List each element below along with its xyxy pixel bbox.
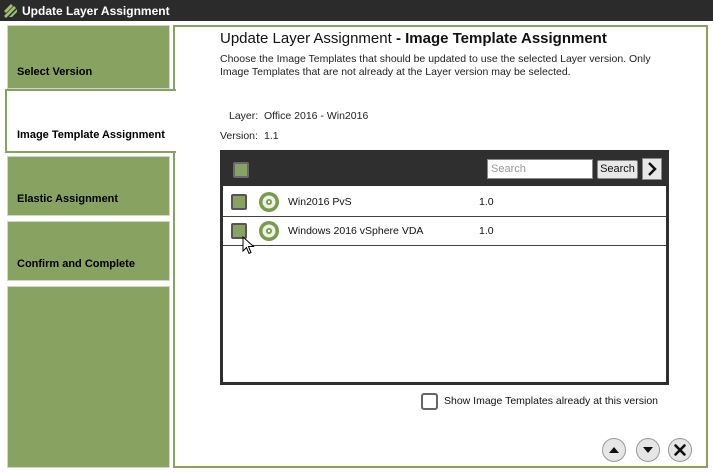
layer-label: Layer: [229,110,259,122]
window-title: Update Layer Assignment [22,4,170,18]
list-header: Search [223,153,666,186]
version-label: Version: [220,130,258,142]
arrow-up-icon [609,447,619,453]
step-select-version[interactable]: Select Version [7,25,170,89]
chevron-right-icon [648,162,657,176]
template-version: 1.0 [479,196,494,208]
title-bar: Update Layer Assignment [0,0,713,21]
page-description: Choose the Image Templates that should b… [220,53,651,78]
mouse-cursor-icon [242,236,255,255]
row-checkbox[interactable] [231,194,247,210]
disc-icon [259,192,279,212]
template-version: 1.0 [479,225,494,237]
layer-value: Office 2016 - Win2016 [264,110,369,122]
show-templates-checkbox[interactable] [421,393,438,410]
page-title: Update Layer Assignment - Image Template… [220,30,607,47]
close-button[interactable] [668,438,692,462]
list-item[interactable]: Windows 2016 vSphere VDA 1.0 [223,217,666,246]
step-label: Image Template Assignment [17,129,165,141]
move-up-button[interactable] [602,438,626,462]
move-down-button[interactable] [636,438,660,462]
search-input[interactable] [487,159,593,179]
template-name: Windows 2016 vSphere VDA [288,225,424,237]
show-templates-label: Show Image Templates already at this ver… [444,395,658,407]
arrow-down-icon [643,447,653,453]
template-name: Win2016 PvS [288,196,352,208]
version-value: 1.1 [264,130,279,142]
list-item[interactable]: Win2016 PvS 1.0 [223,188,666,217]
step-image-template-assignment[interactable]: Image Template Assignment [5,89,176,153]
step-label: Elastic Assignment [17,193,119,205]
disc-icon [259,221,279,241]
close-icon [674,444,686,456]
step-elastic-assignment[interactable]: Elastic Assignment [7,156,170,216]
step-label: Select Version [17,66,93,78]
next-page-button[interactable] [642,158,662,180]
select-all-checkbox[interactable] [233,162,249,178]
image-template-list: Search Win2016 PvS 1.0 Windows 2016 vSph… [220,150,669,385]
step-filler [7,286,170,468]
search-button[interactable]: Search [597,160,638,179]
step-label: Confirm and Complete [17,258,135,270]
layers-logo-icon [4,4,17,18]
step-confirm-and-complete[interactable]: Confirm and Complete [7,221,170,281]
